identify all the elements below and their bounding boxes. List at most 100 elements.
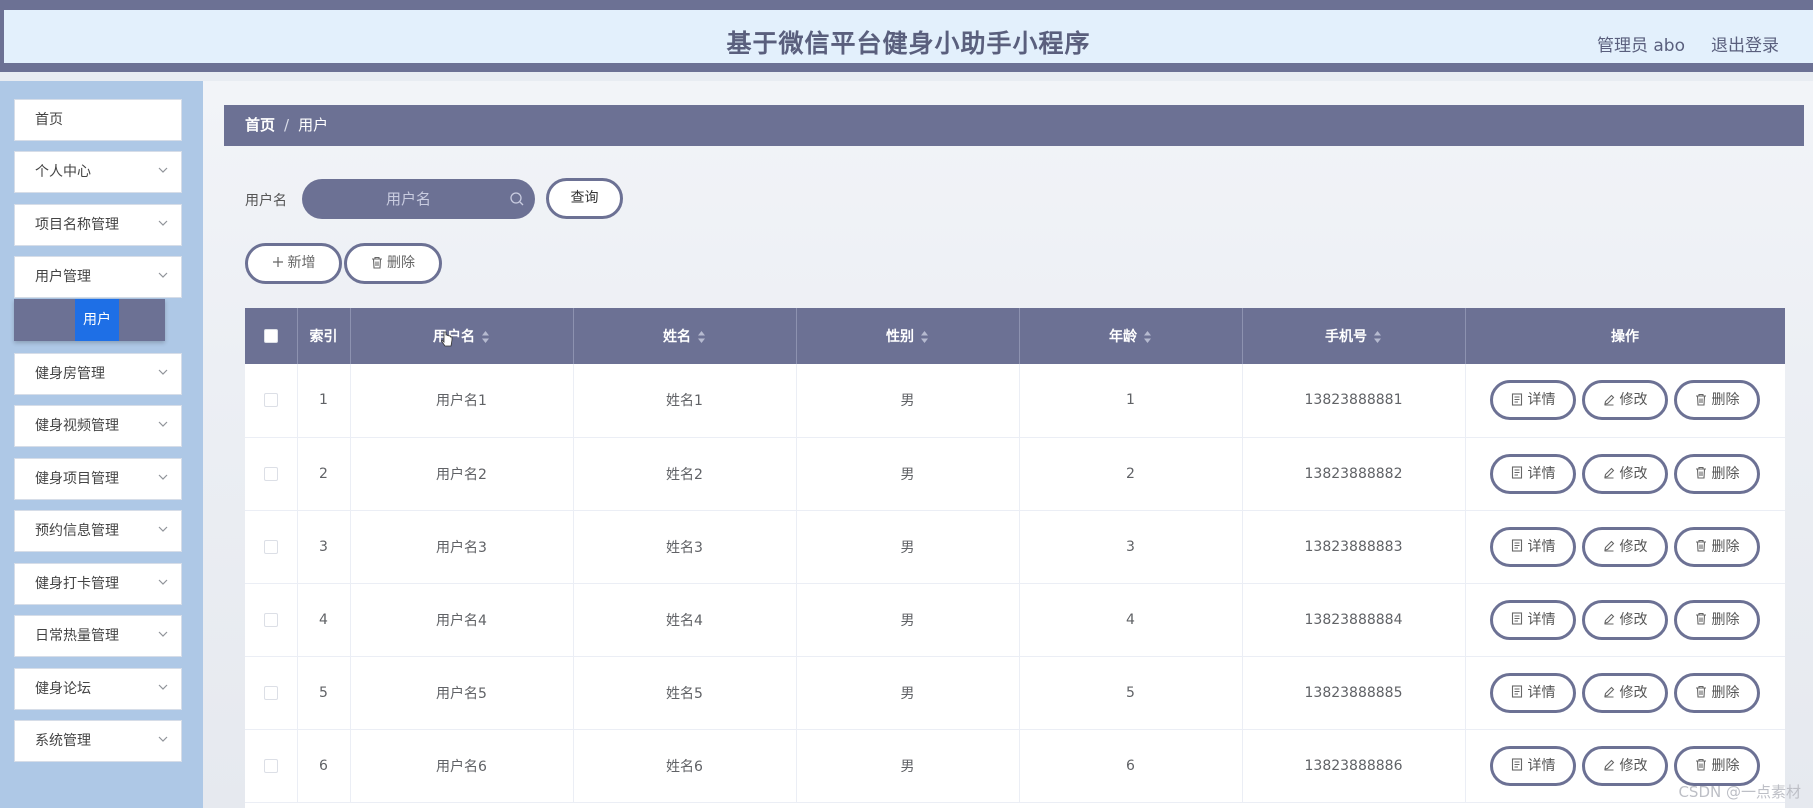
- edit-button[interactable]: 修改: [1582, 453, 1668, 494]
- cell-phone: 13823888882: [1242, 437, 1466, 511]
- app-header: 基于微信平台健身小助手小程序 管理员 abo 退出登录: [0, 10, 1813, 72]
- cell-gender: 男: [796, 656, 1020, 730]
- sidebar-item-home[interactable]: 首页: [14, 99, 182, 141]
- delete-label: 删除: [1711, 611, 1740, 628]
- cell-username: 用户名2: [350, 437, 574, 511]
- cell-age: 4: [1019, 583, 1243, 657]
- trash-icon: [372, 256, 382, 269]
- chevron-down-icon: [158, 474, 168, 480]
- logout-link[interactable]: 退出登录: [1711, 31, 1779, 56]
- detail-button[interactable]: 详情: [1490, 526, 1576, 567]
- select-all-cell: [245, 308, 298, 364]
- trash-icon: [1695, 539, 1706, 552]
- pencil-icon: [1603, 613, 1614, 625]
- sidebar-item-project-names[interactable]: 项目名称管理: [14, 204, 182, 246]
- column-header-name[interactable]: 姓名: [573, 308, 797, 364]
- delete-label: 删除: [1711, 684, 1740, 701]
- row-select-cell: [245, 583, 298, 657]
- document-icon: [1511, 393, 1522, 406]
- delete-button[interactable]: 删除: [1674, 526, 1760, 567]
- cell-index: 5: [297, 656, 351, 730]
- edit-button[interactable]: 修改: [1582, 599, 1668, 640]
- row-checkbox[interactable]: [263, 685, 278, 700]
- delete-button[interactable]: 删除: [1674, 453, 1760, 494]
- delete-button[interactable]: 删除: [1674, 672, 1760, 713]
- column-header-username[interactable]: 用户名: [350, 308, 574, 364]
- sidebar-item-personal-center[interactable]: 个人中心: [14, 151, 182, 193]
- column-header-index: 索引: [297, 308, 351, 364]
- column-header-label: 手机号: [1325, 329, 1367, 345]
- detail-button[interactable]: 详情: [1490, 672, 1576, 713]
- column-header-label: 姓名: [663, 329, 691, 345]
- plus-icon: [272, 257, 283, 267]
- sidebar-item-reservations[interactable]: 预约信息管理: [14, 510, 182, 552]
- sidebar-item-videos[interactable]: 健身视频管理: [14, 405, 182, 447]
- chevron-down-icon: [158, 167, 168, 173]
- cell-age: 2: [1019, 437, 1243, 511]
- row-checkbox[interactable]: [263, 539, 278, 554]
- trash-icon: [1695, 466, 1706, 479]
- sidebar-item-fitness-projects[interactable]: 健身项目管理: [14, 458, 182, 500]
- detail-label: 详情: [1527, 392, 1556, 409]
- detail-button[interactable]: 详情: [1490, 380, 1576, 421]
- trash-icon: [1695, 393, 1706, 406]
- column-header-age[interactable]: 年龄: [1019, 308, 1243, 364]
- cell-gender: 男: [796, 364, 1020, 438]
- document-icon: [1511, 539, 1522, 552]
- delete-button[interactable]: 删除: [1674, 745, 1760, 786]
- sidebar-item-user-management[interactable]: 用户管理: [14, 256, 182, 298]
- sidebar-item-gym[interactable]: 健身房管理: [14, 353, 182, 395]
- breadcrumb-home[interactable]: 首页: [245, 116, 275, 134]
- query-button[interactable]: 查询: [546, 178, 623, 219]
- sort-icon: [921, 331, 928, 343]
- sidebar-item-forum[interactable]: 健身论坛: [14, 668, 182, 710]
- detail-button[interactable]: 详情: [1490, 745, 1576, 786]
- search-input[interactable]: [302, 179, 535, 219]
- edit-label: 修改: [1619, 611, 1648, 628]
- select-all-checkbox[interactable]: [263, 329, 278, 343]
- table-header-row: 索引 用户名 姓名 性别 年龄 手机号 操作: [245, 308, 1785, 364]
- main-content: 首页 / 用户 用户名 查询 新增 删除 索引 用户名 姓名 性别 年龄 手机号 操…: [203, 81, 1813, 808]
- row-checkbox[interactable]: [263, 393, 278, 408]
- cell-username: 用户名4: [350, 583, 574, 657]
- cell-index: 4: [297, 583, 351, 657]
- edit-button[interactable]: 修改: [1582, 745, 1668, 786]
- batch-delete-label: 删除: [387, 255, 415, 271]
- sidebar-item-checkins[interactable]: 健身打卡管理: [14, 563, 182, 605]
- edit-button[interactable]: 修改: [1582, 380, 1668, 421]
- edit-label: 修改: [1619, 684, 1648, 701]
- edit-label: 修改: [1619, 465, 1648, 482]
- cell-username: 用户名1: [350, 364, 574, 438]
- submenu-item-user[interactable]: 用户: [14, 299, 165, 341]
- table-row: 6 用户名6 姓名6 男 6 13823888886 详情 修改 删除: [245, 729, 1785, 803]
- sidebar-item-calories[interactable]: 日常热量管理: [14, 615, 182, 657]
- add-button[interactable]: 新增: [245, 243, 342, 284]
- row-select-cell: [245, 510, 298, 584]
- delete-label: 删除: [1711, 757, 1740, 774]
- row-checkbox[interactable]: [263, 466, 278, 481]
- row-checkbox[interactable]: [263, 758, 278, 773]
- delete-button[interactable]: 删除: [1674, 599, 1760, 640]
- cell-actions: 详情 修改 删除: [1465, 364, 1785, 438]
- sidebar-item-label: 日常热量管理: [35, 628, 119, 644]
- column-header-gender[interactable]: 性别: [796, 308, 1020, 364]
- edit-button[interactable]: 修改: [1582, 672, 1668, 713]
- detail-button[interactable]: 详情: [1490, 453, 1576, 494]
- search-label: 用户名: [245, 193, 287, 209]
- delete-button[interactable]: 删除: [1674, 380, 1760, 421]
- detail-label: 详情: [1527, 611, 1556, 628]
- column-header-phone[interactable]: 手机号: [1242, 308, 1466, 364]
- batch-delete-button[interactable]: 删除: [344, 243, 442, 284]
- cell-gender: 男: [796, 583, 1020, 657]
- table-row: 4 用户名4 姓名4 男 4 13823888884 详情 修改 删除: [245, 583, 1785, 657]
- sidebar-item-system[interactable]: 系统管理: [14, 720, 182, 762]
- cell-actions: 详情 修改 删除: [1465, 510, 1785, 584]
- delete-label: 删除: [1711, 538, 1740, 555]
- detail-button[interactable]: 详情: [1490, 599, 1576, 640]
- row-checkbox[interactable]: [263, 612, 278, 627]
- chevron-down-icon: [158, 736, 168, 742]
- mouse-cursor-icon: [441, 331, 453, 347]
- edit-button[interactable]: 修改: [1582, 526, 1668, 567]
- sidebar-item-label: 健身视频管理: [35, 418, 119, 434]
- cell-username: 用户名3: [350, 510, 574, 584]
